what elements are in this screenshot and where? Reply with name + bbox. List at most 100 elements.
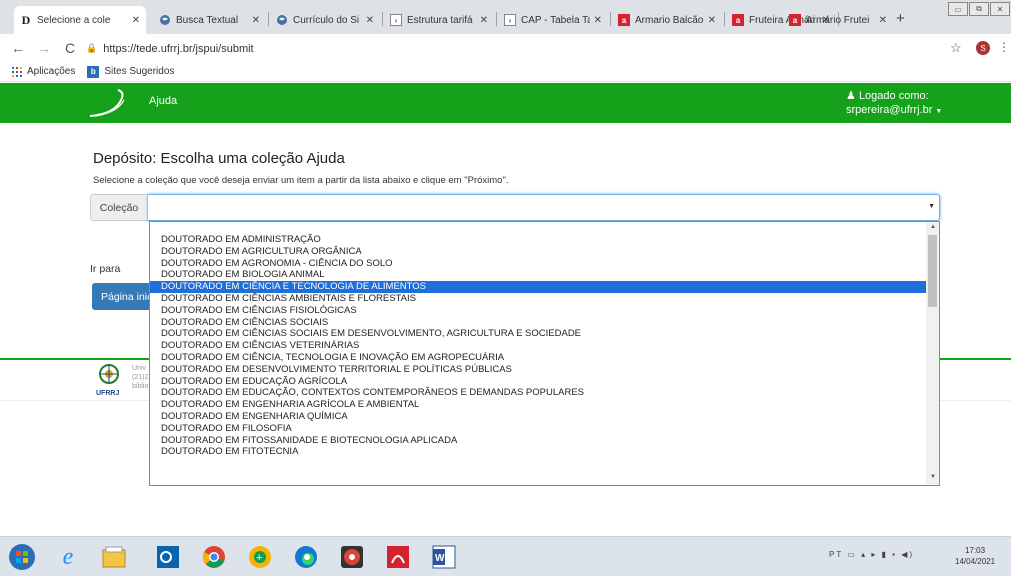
clock-time: 17:03 bbox=[965, 546, 986, 555]
tab-estrutura[interactable]: › Estrutura tarifá ✕ bbox=[384, 6, 494, 34]
collection-option[interactable]: DOUTORADO EM AGRICULTURA ORGÂNICA bbox=[150, 246, 926, 258]
close-icon[interactable]: ✕ bbox=[879, 15, 887, 26]
page-title: Depósito: Escolha uma coleção Ajuda bbox=[93, 150, 345, 167]
login-caption: Logado como: bbox=[858, 90, 929, 102]
close-window-icon[interactable]: ✕ bbox=[990, 2, 1010, 16]
pdf-icon[interactable] bbox=[382, 541, 414, 573]
close-icon[interactable]: ✕ bbox=[594, 15, 602, 26]
ufrrj-seal-icon bbox=[99, 364, 119, 384]
tab-armario-balcao[interactable]: a Armario Balcão ✕ bbox=[612, 6, 722, 34]
collection-option[interactable]: DOUTORADO EM CIÊNCIA, TECNOLOGIA E INOVA… bbox=[150, 352, 926, 364]
bookmark-star-icon[interactable]: ☆ bbox=[950, 40, 962, 56]
back-icon[interactable]: ← bbox=[10, 40, 26, 56]
tab-title: Armario Balcão bbox=[635, 14, 704, 26]
start-orb-icon[interactable] bbox=[6, 541, 38, 573]
ufrrj-label: UFRRJ bbox=[96, 390, 120, 397]
caret-down-icon: ▼ bbox=[935, 108, 943, 115]
goto-label: Ir para bbox=[90, 263, 121, 275]
clock[interactable]: 17:03 14/04/2021 bbox=[955, 545, 995, 567]
scroll-down-icon[interactable]: ▼ bbox=[930, 474, 936, 480]
bookmark-sites-sugeridos[interactable]: b Sites Sugeridos bbox=[87, 65, 175, 78]
edge-icon[interactable] bbox=[290, 541, 322, 573]
dspace-logo-icon[interactable] bbox=[88, 86, 128, 120]
collection-option[interactable]: DOUTORADO EM EDUCAÇÃO, CONTEXTOS CONTEMP… bbox=[150, 387, 926, 399]
tab-busca-textual[interactable]: Busca Textual ✕ bbox=[153, 6, 266, 34]
globe-icon bbox=[276, 14, 288, 26]
browser-menu-icon[interactable]: ⋮ bbox=[998, 40, 1010, 54]
doc-icon: › bbox=[504, 14, 516, 26]
url-field[interactable]: 🔒 https://tede.ufrrj.br/jspui/submit bbox=[86, 40, 946, 57]
collection-option[interactable]: DOUTORADO EM EDUCAÇÃO AGRÍCOLA bbox=[150, 376, 926, 388]
close-icon[interactable]: ✕ bbox=[708, 15, 716, 26]
ie-icon[interactable]: e bbox=[52, 541, 84, 573]
tab-armario-fruteira[interactable]: a Armário Frutei ✕ bbox=[783, 6, 893, 34]
collection-label: Coleção bbox=[90, 194, 148, 221]
forward-icon[interactable]: → bbox=[36, 40, 52, 56]
tab-strip: D Selecione a cole ✕ Busca Textual ✕ Cur… bbox=[0, 0, 1011, 34]
collection-option[interactable]: DOUTORADO EM CIÊNCIAS SOCIAIS bbox=[150, 317, 926, 329]
collection-dropdown-list[interactable]: DOUTORADO EM ADMINISTRAÇÃO DOUTORADO EM A… bbox=[149, 221, 940, 486]
windows-taskbar: e + W PT ▭ ▴ ▸ ▮ ▪ ◀) 17:03 14/04/2021 bbox=[0, 536, 1011, 576]
tab-cap[interactable]: › CAP - Tabela Ta ✕ bbox=[498, 6, 608, 34]
collection-option[interactable]: DOUTORADO EM FITOTECNIA bbox=[150, 446, 926, 458]
bookmark-b-icon: b bbox=[87, 65, 100, 78]
lock-icon: 🔒 bbox=[86, 43, 98, 53]
reload-icon[interactable]: C bbox=[62, 40, 78, 56]
collection-option[interactable]: DOUTORADO EM CIÊNCIAS VETERINÁRIAS bbox=[150, 340, 926, 352]
collection-option[interactable]: DOUTORADO EM CIÊNCIAS FISIOLÓGICAS bbox=[150, 305, 926, 317]
system-tray[interactable]: PT ▭ ▴ ▸ ▮ ▪ ◀) bbox=[829, 550, 914, 559]
site-navbar: Ajuda ♟ Logado como: srpereira@ufrrj.br … bbox=[0, 83, 1011, 123]
tab-title: Busca Textual bbox=[176, 14, 239, 26]
svg-text:W: W bbox=[435, 553, 445, 564]
store-icon: a bbox=[789, 14, 801, 26]
profile-avatar[interactable]: S bbox=[976, 41, 990, 55]
tab-title: Estrutura tarifá bbox=[407, 14, 473, 26]
tab-curriculo[interactable]: Currículo do Si ✕ bbox=[270, 6, 380, 34]
collection-option[interactable]: DOUTORADO EM DESENVOLVIMENTO TERRITORIAL… bbox=[150, 364, 926, 376]
scroll-up-icon[interactable]: ▲ bbox=[930, 224, 936, 230]
minimize-icon[interactable]: ▭ bbox=[948, 2, 968, 16]
chrome-g-icon[interactable] bbox=[336, 541, 368, 573]
chrome-canary-icon[interactable]: + bbox=[244, 541, 276, 573]
collection-option[interactable]: DOUTORADO EM AGRONOMIA - CIÊNCIA DO SOLO bbox=[150, 258, 926, 270]
explorer-icon[interactable] bbox=[98, 541, 130, 573]
nav-help-link[interactable]: Ajuda bbox=[149, 95, 177, 107]
bookmark-label: Sites Sugeridos bbox=[104, 66, 175, 77]
close-icon[interactable]: ✕ bbox=[480, 15, 488, 26]
collection-option[interactable]: DOUTORADO EM CIÊNCIAS SOCIAIS EM DESENVO… bbox=[150, 328, 926, 340]
collection-option[interactable]: DOUTORADO EM CIÊNCIAS AMBIENTAIS E FLORE… bbox=[150, 293, 926, 305]
bookmarks-bar: Aplicações b Sites Sugeridos bbox=[0, 62, 1011, 82]
close-icon[interactable]: ✕ bbox=[366, 15, 374, 26]
svg-text:+: + bbox=[256, 552, 262, 564]
tab-title: Currículo do Si bbox=[293, 14, 360, 26]
dropdown-scrollbar[interactable]: ▲ ▼ bbox=[926, 222, 939, 485]
user-menu[interactable]: ♟ Logado como: srpereira@ufrrj.br ▼ bbox=[846, 89, 942, 119]
home-page-button[interactable]: Página inicial bbox=[92, 283, 152, 310]
collection-option[interactable]: DOUTORADO EM BIOLOGIA ANIMAL bbox=[150, 269, 926, 281]
collection-option[interactable]: DOUTORADO EM ENGENHARIA AGRÍCOLA E AMBIE… bbox=[150, 399, 926, 411]
window-controls: ▭ ⧉ ✕ bbox=[948, 2, 1010, 16]
collection-option[interactable]: DOUTORADO EM CIÊNCIA E TECNOLOGIA DE ALI… bbox=[150, 281, 926, 293]
chrome-icon[interactable] bbox=[198, 541, 230, 573]
collection-select[interactable]: ▼ bbox=[148, 194, 940, 221]
collection-option[interactable]: DOUTORADO EM ENGENHARIA QUÍMICA bbox=[150, 411, 926, 423]
outlook-icon[interactable] bbox=[152, 541, 184, 573]
user-icon: ♟ bbox=[846, 90, 856, 102]
bookmark-apps[interactable]: Aplicações bbox=[12, 66, 75, 77]
close-icon[interactable]: ✕ bbox=[252, 15, 260, 26]
login-email: srpereira@ufrrj.br bbox=[846, 104, 933, 116]
address-bar: ← → C 🔒 https://tede.ufrrj.br/jspui/subm… bbox=[0, 34, 1011, 62]
maximize-icon[interactable]: ⧉ bbox=[969, 2, 989, 16]
store-icon: a bbox=[618, 14, 630, 26]
collection-option[interactable]: DOUTORADO EM ADMINISTRAÇÃO bbox=[150, 234, 926, 246]
word-icon[interactable]: W bbox=[428, 541, 460, 573]
close-icon[interactable]: ✕ bbox=[132, 15, 140, 26]
collection-option[interactable]: DOUTORADO EM FILOSOFIA bbox=[150, 423, 926, 435]
options-list: DOUTORADO EM ADMINISTRAÇÃO DOUTORADO EM A… bbox=[150, 234, 926, 458]
new-tab-button[interactable]: + bbox=[896, 10, 905, 27]
scrollbar-thumb[interactable] bbox=[928, 235, 937, 307]
footer-text: Univ (21)2 biblio bbox=[132, 365, 149, 390]
collection-option[interactable]: DOUTORADO EM FITOSSANIDADE E BIOTECNOLOG… bbox=[150, 435, 926, 447]
globe-icon bbox=[159, 14, 171, 26]
tab-selecione[interactable]: D Selecione a cole ✕ bbox=[14, 6, 146, 34]
